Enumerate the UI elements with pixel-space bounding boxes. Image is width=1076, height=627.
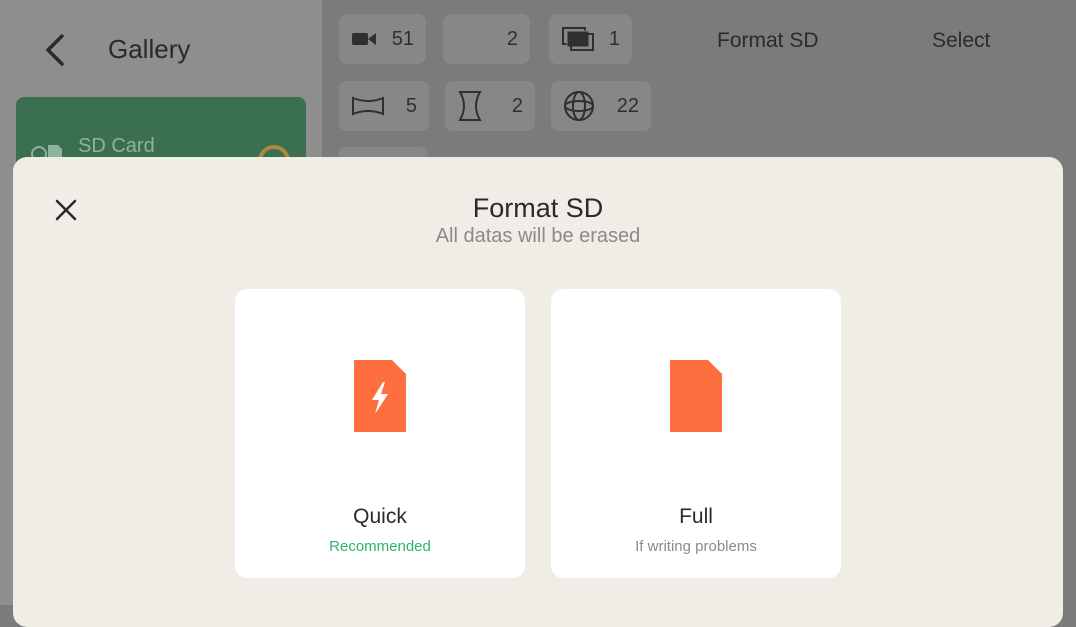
option-label: Full	[679, 505, 713, 528]
filter-timelapse[interactable]: 2	[445, 81, 535, 131]
filter-video[interactable]: 51	[339, 14, 426, 64]
filter-count: 22	[616, 94, 639, 117]
dialog-subtitle: All datas will be erased	[435, 225, 641, 247]
video-icon	[352, 33, 376, 45]
globe-360-icon	[564, 91, 594, 121]
filter-count: 1	[608, 27, 620, 50]
format-sd-button[interactable]: Format SD	[717, 29, 819, 53]
page-title: Gallery	[108, 34, 191, 64]
blank-icon	[455, 30, 479, 48]
filter-bursts[interactable]: 1	[549, 14, 632, 64]
chevron-left-icon	[45, 34, 64, 66]
full-format-option[interactable]: Full If writing problems	[551, 289, 841, 578]
filter-count: 2	[506, 27, 518, 50]
format-sd-dialog: Format SD All datas will be erased Quick…	[13, 157, 1063, 627]
option-recommended-text: Recommended	[329, 538, 431, 555]
hourglass-icon	[458, 91, 482, 121]
filter-panorama[interactable]: 5	[339, 81, 429, 131]
filter-count: 51	[391, 27, 414, 50]
select-button[interactable]: Select	[932, 29, 990, 53]
filter-count: 5	[405, 94, 417, 117]
filter-360[interactable]: 22	[551, 81, 651, 131]
back-button[interactable]	[40, 30, 72, 70]
stacked-photos-icon	[562, 27, 594, 51]
filter-other[interactable]: 2	[443, 14, 530, 64]
quick-format-file-icon	[354, 360, 406, 432]
filter-count: 2	[511, 94, 523, 117]
panorama-icon	[352, 96, 384, 116]
option-label: Quick	[353, 505, 407, 528]
option-description-text: If writing problems	[635, 538, 757, 555]
full-format-file-icon	[670, 360, 722, 432]
dialog-title: Format SD	[472, 193, 604, 223]
sd-card-label: SD Card	[78, 135, 155, 157]
quick-format-option[interactable]: Quick Recommended	[235, 289, 525, 578]
